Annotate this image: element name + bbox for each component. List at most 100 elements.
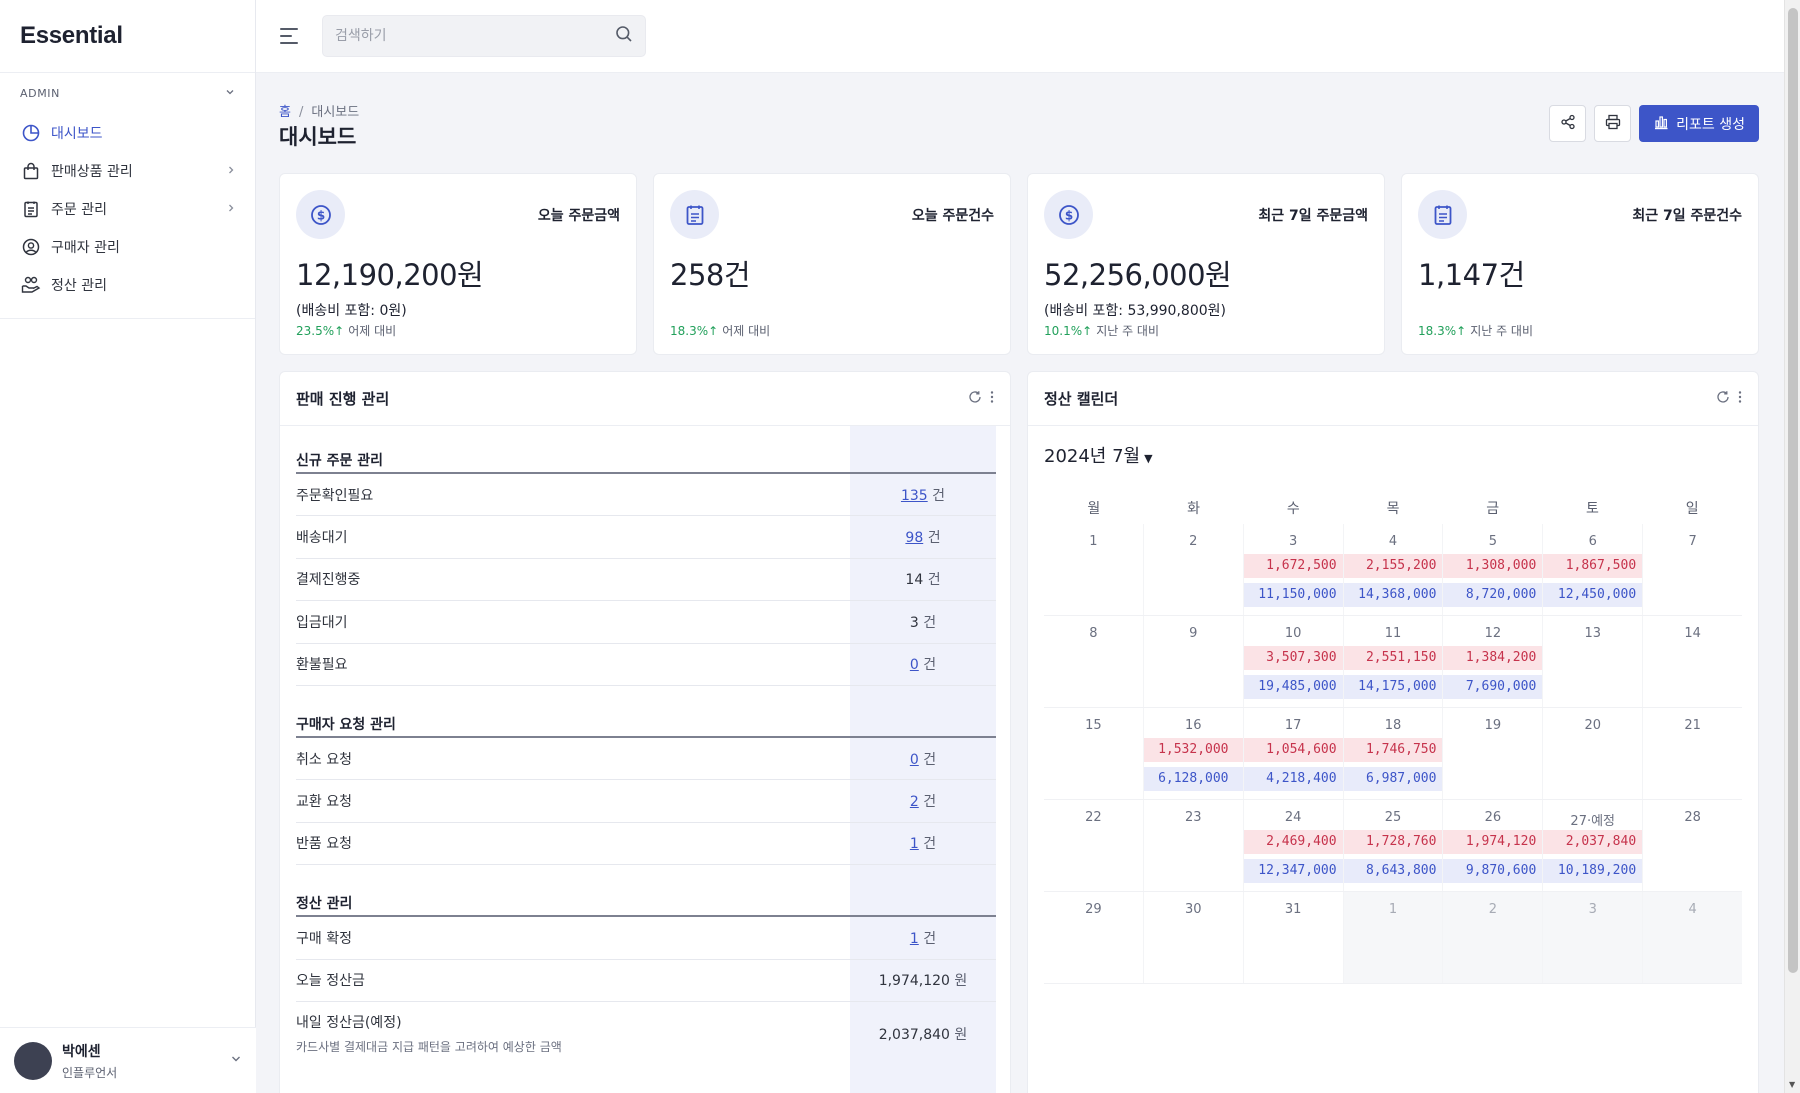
calendar-day-cell[interactable]: 19 (1443, 708, 1544, 799)
calendar-day-cell[interactable]: 23 (1144, 800, 1244, 891)
sidebar-item-label: 대시보드 (51, 126, 103, 142)
calendar-day-cell[interactable]: 13 (1543, 616, 1644, 707)
sidebar-item-products[interactable]: 판매상품 관리 (0, 152, 255, 190)
create-report-button[interactable]: 리포트 생성 (1639, 105, 1759, 142)
calendar-day-cell[interactable]: 25 1,728,760 8,643,800 (1343, 800, 1444, 891)
count-link[interactable]: 0 (910, 657, 919, 673)
sidebar: Essential ADMIN 대시보드 판매상품 관리 주문 관리 구매자 관… (0, 0, 256, 1093)
settlement-fee-amount: 3,507,300 (1243, 646, 1343, 670)
user-profile[interactable]: 박에센 인플루언서 (0, 1027, 256, 1093)
chevron-down-icon[interactable] (230, 1053, 242, 1069)
settlement-sales-amount: 6,128,000 (1143, 767, 1243, 791)
calendar-day-number: 3 (1289, 534, 1298, 549)
calendar-day-cell[interactable]: 24 2,469,400 12,347,000 (1243, 800, 1344, 891)
clipboard-icon (670, 190, 719, 239)
page-scrollbar[interactable]: ▼ (1784, 0, 1800, 1093)
calendar-day-cell[interactable]: 10 3,507,300 19,485,000 (1243, 616, 1344, 707)
calendar-day-cell[interactable]: 14 (1643, 616, 1742, 707)
calendar-day-cell[interactable]: 8 (1044, 616, 1144, 707)
calendar-day-cell[interactable]: 18 1,746,750 6,987,000 (1343, 708, 1444, 799)
page-title: 대시보드 (279, 125, 357, 149)
count-link[interactable]: 2 (910, 794, 919, 810)
sidebar-section-admin[interactable]: ADMIN (0, 73, 255, 108)
table-row: 결제진행중 14 건 (296, 559, 996, 602)
sidebar-item-settlement[interactable]: 정산 관리 (0, 266, 255, 304)
breadcrumb-home[interactable]: 홈 (279, 105, 291, 120)
sidebar-section-label: ADMIN (20, 87, 60, 100)
stat-label: 최근 7일 주문건수 (1632, 208, 1742, 224)
calendar-day-cell[interactable]: 30 (1144, 892, 1244, 983)
calendar-day-number: 15 (1085, 718, 1102, 733)
sidebar-item-dashboard[interactable]: 대시보드 (0, 114, 255, 152)
stat-value: 52,256,000원 (1044, 258, 1232, 292)
calendar-day-cell[interactable]: 1 (1343, 892, 1444, 983)
count-link[interactable]: 1 (910, 931, 919, 947)
calendar-day-cell[interactable]: 26 1,974,120 9,870,600 (1443, 800, 1544, 891)
settlement-fee-amount: 2,469,400 (1243, 830, 1343, 854)
calendar-day-cell[interactable]: 6 1,867,500 12,450,000 (1543, 524, 1644, 615)
calendar-day-cell[interactable]: 21 (1643, 708, 1742, 799)
calendar-day-cell[interactable]: 27·예정 2,037,840 10,189,200 (1543, 800, 1644, 891)
calendar-day-cell[interactable]: 3 (1543, 892, 1644, 983)
calendar-day-cell[interactable]: 1 (1044, 524, 1144, 615)
more-vertical-icon[interactable] (1738, 390, 1742, 408)
more-vertical-icon[interactable] (990, 390, 994, 408)
settlement-sales-amount: 14,368,000 (1343, 583, 1443, 607)
calendar-day-cell[interactable]: 5 1,308,000 8,720,000 (1443, 524, 1544, 615)
panel-tools (968, 390, 994, 408)
chevron-down-icon (225, 87, 235, 100)
calendar-day-cell[interactable]: 4 2,155,200 14,368,000 (1343, 524, 1444, 615)
refresh-icon[interactable] (968, 390, 982, 408)
calendar-day-cell[interactable]: 31 (1244, 892, 1344, 983)
count-link[interactable]: 98 (905, 530, 923, 546)
calendar-day-cell[interactable]: 16 1,532,000 6,128,000 (1143, 708, 1244, 799)
calendar-day-number: 16 (1185, 718, 1202, 733)
month-selector[interactable]: 2024년 7월 ▼ (1044, 442, 1153, 468)
calendar-day-cell[interactable]: 15 (1044, 708, 1144, 799)
calendar-day-number: 6 (1588, 534, 1597, 549)
calendar-week: 22 23 24 2,469,400 12,347,000 25 1,728,760 8,64… (1044, 800, 1742, 892)
calendar-day-number: 23 (1185, 810, 1202, 825)
calendar-day-number: 13 (1584, 626, 1601, 641)
calendar-day-cell[interactable]: 22 (1044, 800, 1144, 891)
count-link[interactable]: 135 (901, 488, 928, 504)
brand-logo[interactable]: Essential (0, 0, 255, 73)
calendar-day-cell[interactable]: 17 1,054,600 4,218,400 (1243, 708, 1344, 799)
search-icon[interactable] (615, 25, 633, 47)
settlement-fee-amount: 1,308,000 (1443, 554, 1543, 578)
calendar-day-cell[interactable]: 20 (1543, 708, 1644, 799)
amount-value: 2,037,840 (878, 1026, 950, 1043)
settlement-fee-amount: 2,551,150 (1343, 646, 1443, 670)
calendar-day-cell[interactable]: 28 (1643, 800, 1742, 891)
calendar-day-number: 5 (1488, 534, 1497, 549)
refresh-icon[interactable] (1716, 390, 1730, 408)
calendar-week: 29 30 31 1 2 3 4 (1044, 892, 1743, 984)
calendar-day-cell[interactable]: 2 (1443, 892, 1544, 983)
scroll-down-icon[interactable]: ▼ (1789, 1080, 1795, 1089)
calendar-day-cell[interactable]: 29 (1044, 892, 1144, 983)
calendar-day-cell[interactable]: 3 1,672,500 11,150,000 (1243, 524, 1344, 615)
sidebar-item-orders[interactable]: 주문 관리 (0, 190, 255, 228)
count-link[interactable]: 1 (910, 836, 919, 852)
dollar-icon: $ (296, 190, 345, 239)
table-row: 취소 요청 0 건 (296, 738, 996, 781)
share-button[interactable] (1549, 105, 1587, 142)
stat-trend: 18.3%↑ 지난 주 대비 (1418, 322, 1533, 339)
scrollbar-thumb[interactable] (1788, 8, 1798, 973)
calendar-day-number: 28 (1684, 810, 1701, 825)
calendar-day-cell[interactable]: 12 1,384,200 7,690,000 (1443, 616, 1544, 707)
calendar-day-number: 21 (1684, 718, 1701, 733)
calendar-grid: 월화수목금토일 1 2 3 1,672,500 11,150,000 4 2,155,200… (1044, 484, 1743, 984)
calendar-day-cell[interactable]: 11 2,551,150 14,175,000 (1343, 616, 1444, 707)
sidebar-item-buyers[interactable]: 구매자 관리 (0, 228, 255, 266)
calendar-day-cell[interactable]: 4 (1643, 892, 1743, 983)
calendar-day-cell[interactable]: 9 (1144, 616, 1244, 707)
count-link[interactable]: 0 (910, 752, 919, 768)
stat-card-today-count: 오늘 주문건수 258건 18.3%↑ 어제 대비 (653, 173, 1011, 355)
calendar-day-cell[interactable]: 7 (1643, 524, 1742, 615)
menu-toggle-icon[interactable] (280, 24, 304, 48)
search-input[interactable] (335, 28, 615, 44)
settlement-fee-amount: 2,155,200 (1343, 554, 1443, 578)
calendar-day-cell[interactable]: 2 (1144, 524, 1244, 615)
print-button[interactable] (1594, 105, 1632, 142)
